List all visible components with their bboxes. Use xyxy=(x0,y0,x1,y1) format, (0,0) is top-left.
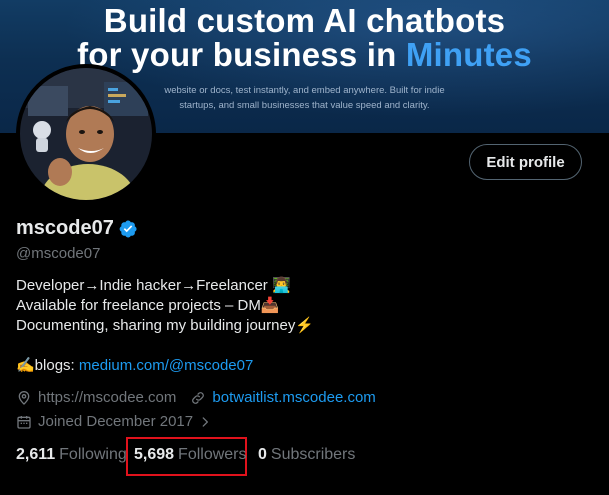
avatar-photo xyxy=(20,68,152,200)
name-row: mscode07 xyxy=(16,217,138,240)
followers-stat[interactable]: 5,698 Followers xyxy=(134,446,247,464)
calendar-icon xyxy=(17,415,31,429)
banner-headline-2-accent: Minutes xyxy=(405,36,532,73)
edit-profile-button[interactable]: Edit profile xyxy=(469,144,582,180)
profile-meta-row: https://mscodee.com botwaitlist.mscodee.… xyxy=(16,389,376,406)
display-name: mscode07 xyxy=(16,217,114,239)
following-label: Following xyxy=(59,446,127,463)
blogs-prefix: ✍blogs: xyxy=(16,357,79,374)
subscribers-stat[interactable]: 0 Subscribers xyxy=(258,446,355,464)
website-item: botwaitlist.mscodee.com xyxy=(190,389,376,406)
subscribers-count: 0 xyxy=(258,446,267,463)
blogs-link[interactable]: medium.com/@mscode07 xyxy=(79,357,253,374)
link-icon xyxy=(192,391,205,404)
profile-handle: @mscode07 xyxy=(16,245,101,262)
location-text: https://mscodee.com xyxy=(38,389,177,406)
followers-label: Followers xyxy=(178,446,247,463)
joined-text: Joined December 2017 xyxy=(38,413,194,430)
website-link[interactable]: botwaitlist.mscodee.com xyxy=(212,389,375,406)
bio-line: Developer→Indie hacker→Freelancer 👨‍💻 xyxy=(16,277,291,294)
verified-badge-icon[interactable] xyxy=(118,219,138,239)
banner-headline-1: Build custom AI chatbots xyxy=(103,2,506,39)
chevron-right-icon xyxy=(202,416,209,427)
bio-line: Documenting, sharing my building journey… xyxy=(16,317,314,334)
following-stat[interactable]: 2,611 Following xyxy=(16,446,127,464)
joined-row[interactable]: Joined December 2017 xyxy=(16,413,212,430)
profile-bio: Developer→Indie hacker→Freelancer 👨‍💻 Av… xyxy=(16,276,314,336)
followers-count: 5,698 xyxy=(134,446,175,463)
avatar[interactable] xyxy=(16,64,156,204)
subscribers-label: Subscribers xyxy=(270,446,356,463)
location-item: https://mscodee.com xyxy=(16,389,176,406)
blogs-line: ✍blogs: medium.com/@mscode07 xyxy=(16,356,253,374)
location-icon xyxy=(18,390,30,405)
following-count: 2,611 xyxy=(16,446,56,463)
bio-line: Available for freelance projects – DM📥 xyxy=(16,297,280,314)
banner-headline-2-prefix: for your business in xyxy=(77,36,406,73)
